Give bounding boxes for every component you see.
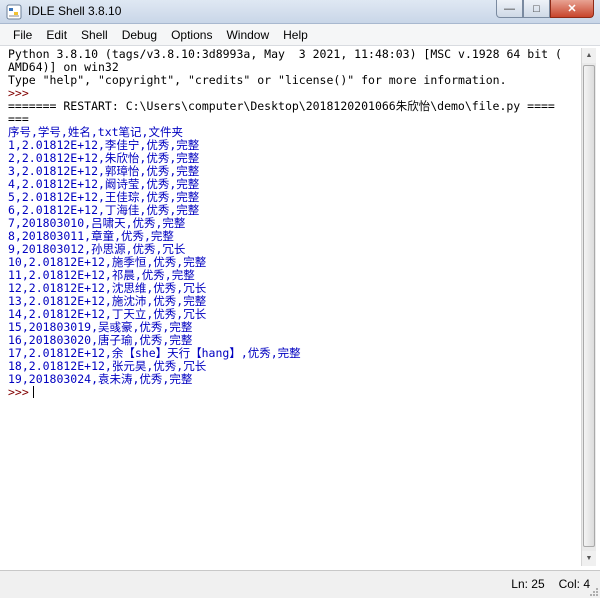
resize-grip-icon[interactable] — [589, 587, 599, 597]
window-title: IDLE Shell 3.8.10 — [28, 4, 122, 18]
output-line: 19,201803024,袁未涛,优秀,完整 — [8, 372, 193, 386]
shell-text-area[interactable]: Python 3.8.10 (tags/v3.8.10:3d8993a, May… — [8, 48, 578, 568]
title-bar[interactable]: IDLE Shell 3.8.10 — □ ✕ — [0, 0, 600, 24]
restart-line: ======= RESTART: C:\Users\computer\Deskt… — [8, 99, 555, 113]
close-button[interactable]: ✕ — [550, 0, 594, 18]
maximize-icon: □ — [533, 2, 540, 15]
minimize-button[interactable]: — — [496, 0, 523, 18]
line-number: Ln: 25 — [511, 577, 545, 591]
text-cursor — [32, 386, 34, 398]
menu-options[interactable]: Options — [164, 25, 219, 45]
minimize-icon: — — [504, 2, 515, 15]
menu-shell[interactable]: Shell — [74, 25, 115, 45]
menu-window[interactable]: Window — [219, 25, 276, 45]
menu-file[interactable]: File — [6, 25, 39, 45]
cursor-position: Ln: 25 Col: 4 — [511, 577, 590, 591]
vertical-scrollbar[interactable]: ▲ ▼ — [581, 48, 596, 566]
banner-line: Type "help", "copyright", "credits" or "… — [8, 73, 507, 87]
python-idle-icon — [6, 4, 22, 20]
menu-edit[interactable]: Edit — [39, 25, 74, 45]
window-controls: — □ ✕ — [496, 0, 594, 19]
menu-bar: File Edit Shell Debug Options Window Hel… — [0, 24, 600, 46]
shell-prompt: >>> — [8, 385, 29, 399]
menu-debug[interactable]: Debug — [115, 25, 164, 45]
input-line[interactable]: >>> — [8, 386, 578, 399]
scroll-down-arrow-icon[interactable]: ▼ — [582, 551, 596, 566]
scrollbar-thumb[interactable] — [583, 65, 595, 547]
close-icon: ✕ — [567, 3, 577, 15]
scroll-up-arrow-icon[interactable]: ▲ — [582, 48, 596, 63]
column-number: Col: 4 — [558, 577, 590, 591]
menu-help[interactable]: Help — [276, 25, 315, 45]
maximize-button[interactable]: □ — [523, 0, 550, 18]
status-bar: Ln: 25 Col: 4 — [0, 570, 600, 598]
